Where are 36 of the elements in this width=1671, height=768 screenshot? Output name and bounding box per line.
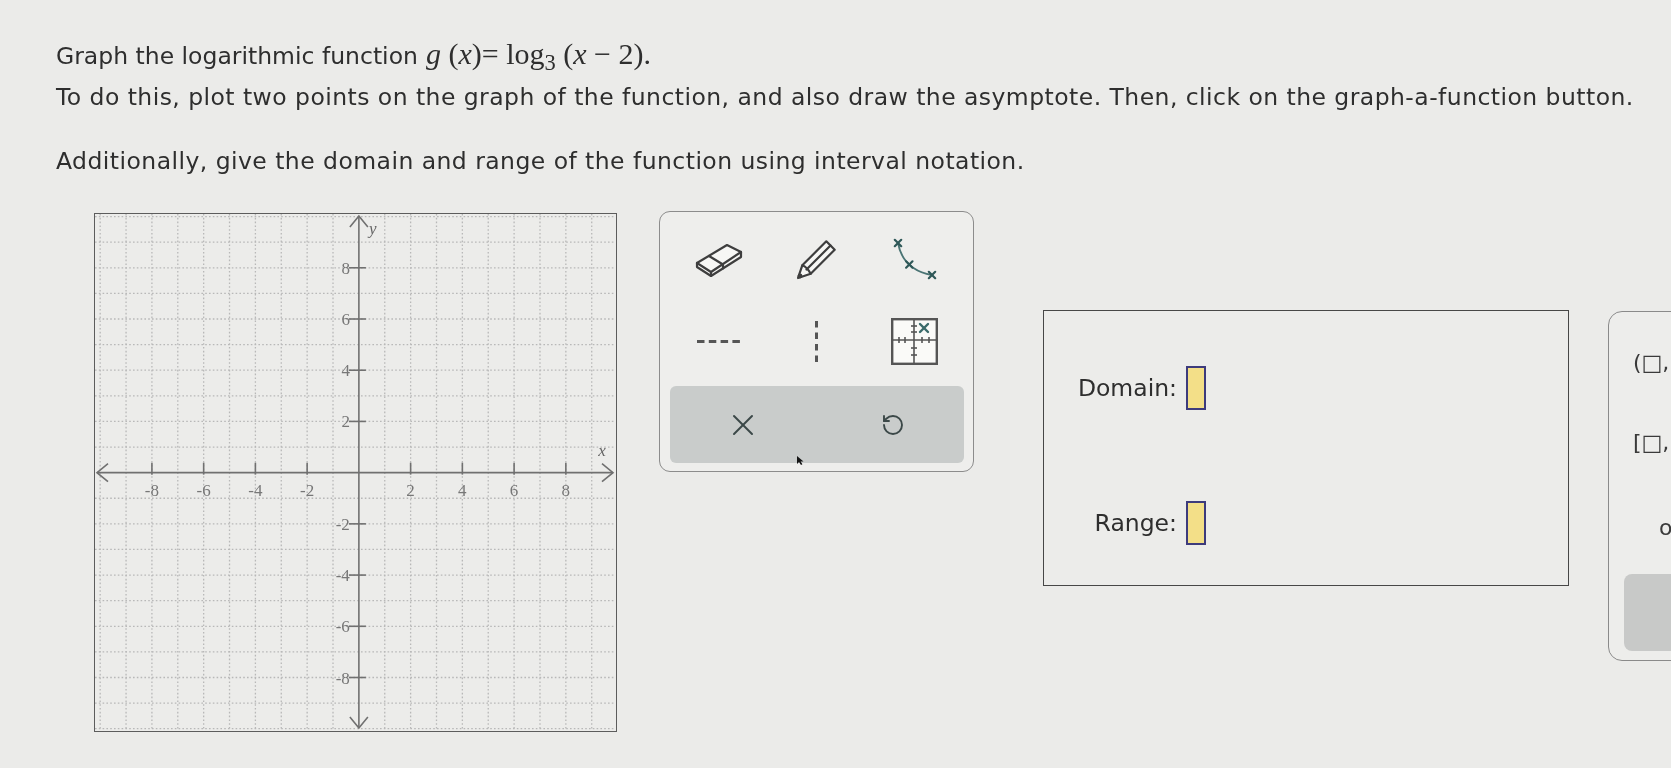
horizontal-dashed-line-icon[interactable] bbox=[697, 339, 740, 344]
tick-label: 8 bbox=[341, 258, 350, 278]
curve-icon[interactable] bbox=[892, 237, 937, 280]
answer-box[interactable] bbox=[1186, 501, 1206, 545]
instruction-text: Additionally, give the domain and range of the function using interval notation. bbox=[56, 146, 1026, 176]
mouse-pointer-icon bbox=[797, 456, 804, 465]
tick-label: 8 bbox=[561, 480, 571, 500]
tick-label: 4 bbox=[458, 480, 467, 500]
interval-key[interactable]: [□, bbox=[1633, 428, 1670, 458]
close-icon[interactable] bbox=[732, 413, 754, 436]
axis-label: x bbox=[598, 440, 606, 460]
undo-icon[interactable] bbox=[881, 412, 905, 437]
tick-label: -4 bbox=[248, 480, 263, 500]
axis-label: y bbox=[369, 219, 377, 238]
tick-label: 2 bbox=[341, 412, 350, 432]
graph-panel[interactable]: -8 -6 -4 -2 2 4 6 8 -8 -6 -4 -2 2 4 6 8 x y bbox=[94, 213, 617, 732]
field-label: Domain: bbox=[1076, 373, 1177, 403]
interval-key[interactable]: (□, bbox=[1633, 348, 1670, 378]
tick-label: 2 bbox=[406, 480, 415, 500]
answer-box[interactable] bbox=[1186, 366, 1206, 410]
tick-label: -6 bbox=[196, 480, 211, 500]
tick-label: -8 bbox=[335, 668, 350, 688]
tick-label: -8 bbox=[144, 480, 159, 500]
tick-label: -6 bbox=[335, 617, 350, 637]
tick-label: 6 bbox=[341, 310, 350, 329]
instruction-text: To do this, plot two points on the graph of the function, and also draw the asymptote. Then, click on the graph-a-function button. bbox=[56, 82, 1635, 112]
interval-key[interactable]: o bbox=[1659, 513, 1671, 543]
tick-label: 6 bbox=[509, 480, 519, 500]
field-label: Range: bbox=[1093, 508, 1177, 538]
vertical-dashed-line-icon[interactable] bbox=[814, 320, 819, 363]
tick-label: 4 bbox=[341, 361, 350, 381]
tick-label: -2 bbox=[300, 480, 315, 500]
question-text: Graph the logarithmic function g (x)= log$_{3}$ (x − 2). bbox=[56, 38, 652, 72]
coordinate-grid-icon[interactable] bbox=[891, 318, 938, 365]
tick-label: -4 bbox=[335, 566, 350, 586]
tick-label: -2 bbox=[335, 514, 350, 534]
